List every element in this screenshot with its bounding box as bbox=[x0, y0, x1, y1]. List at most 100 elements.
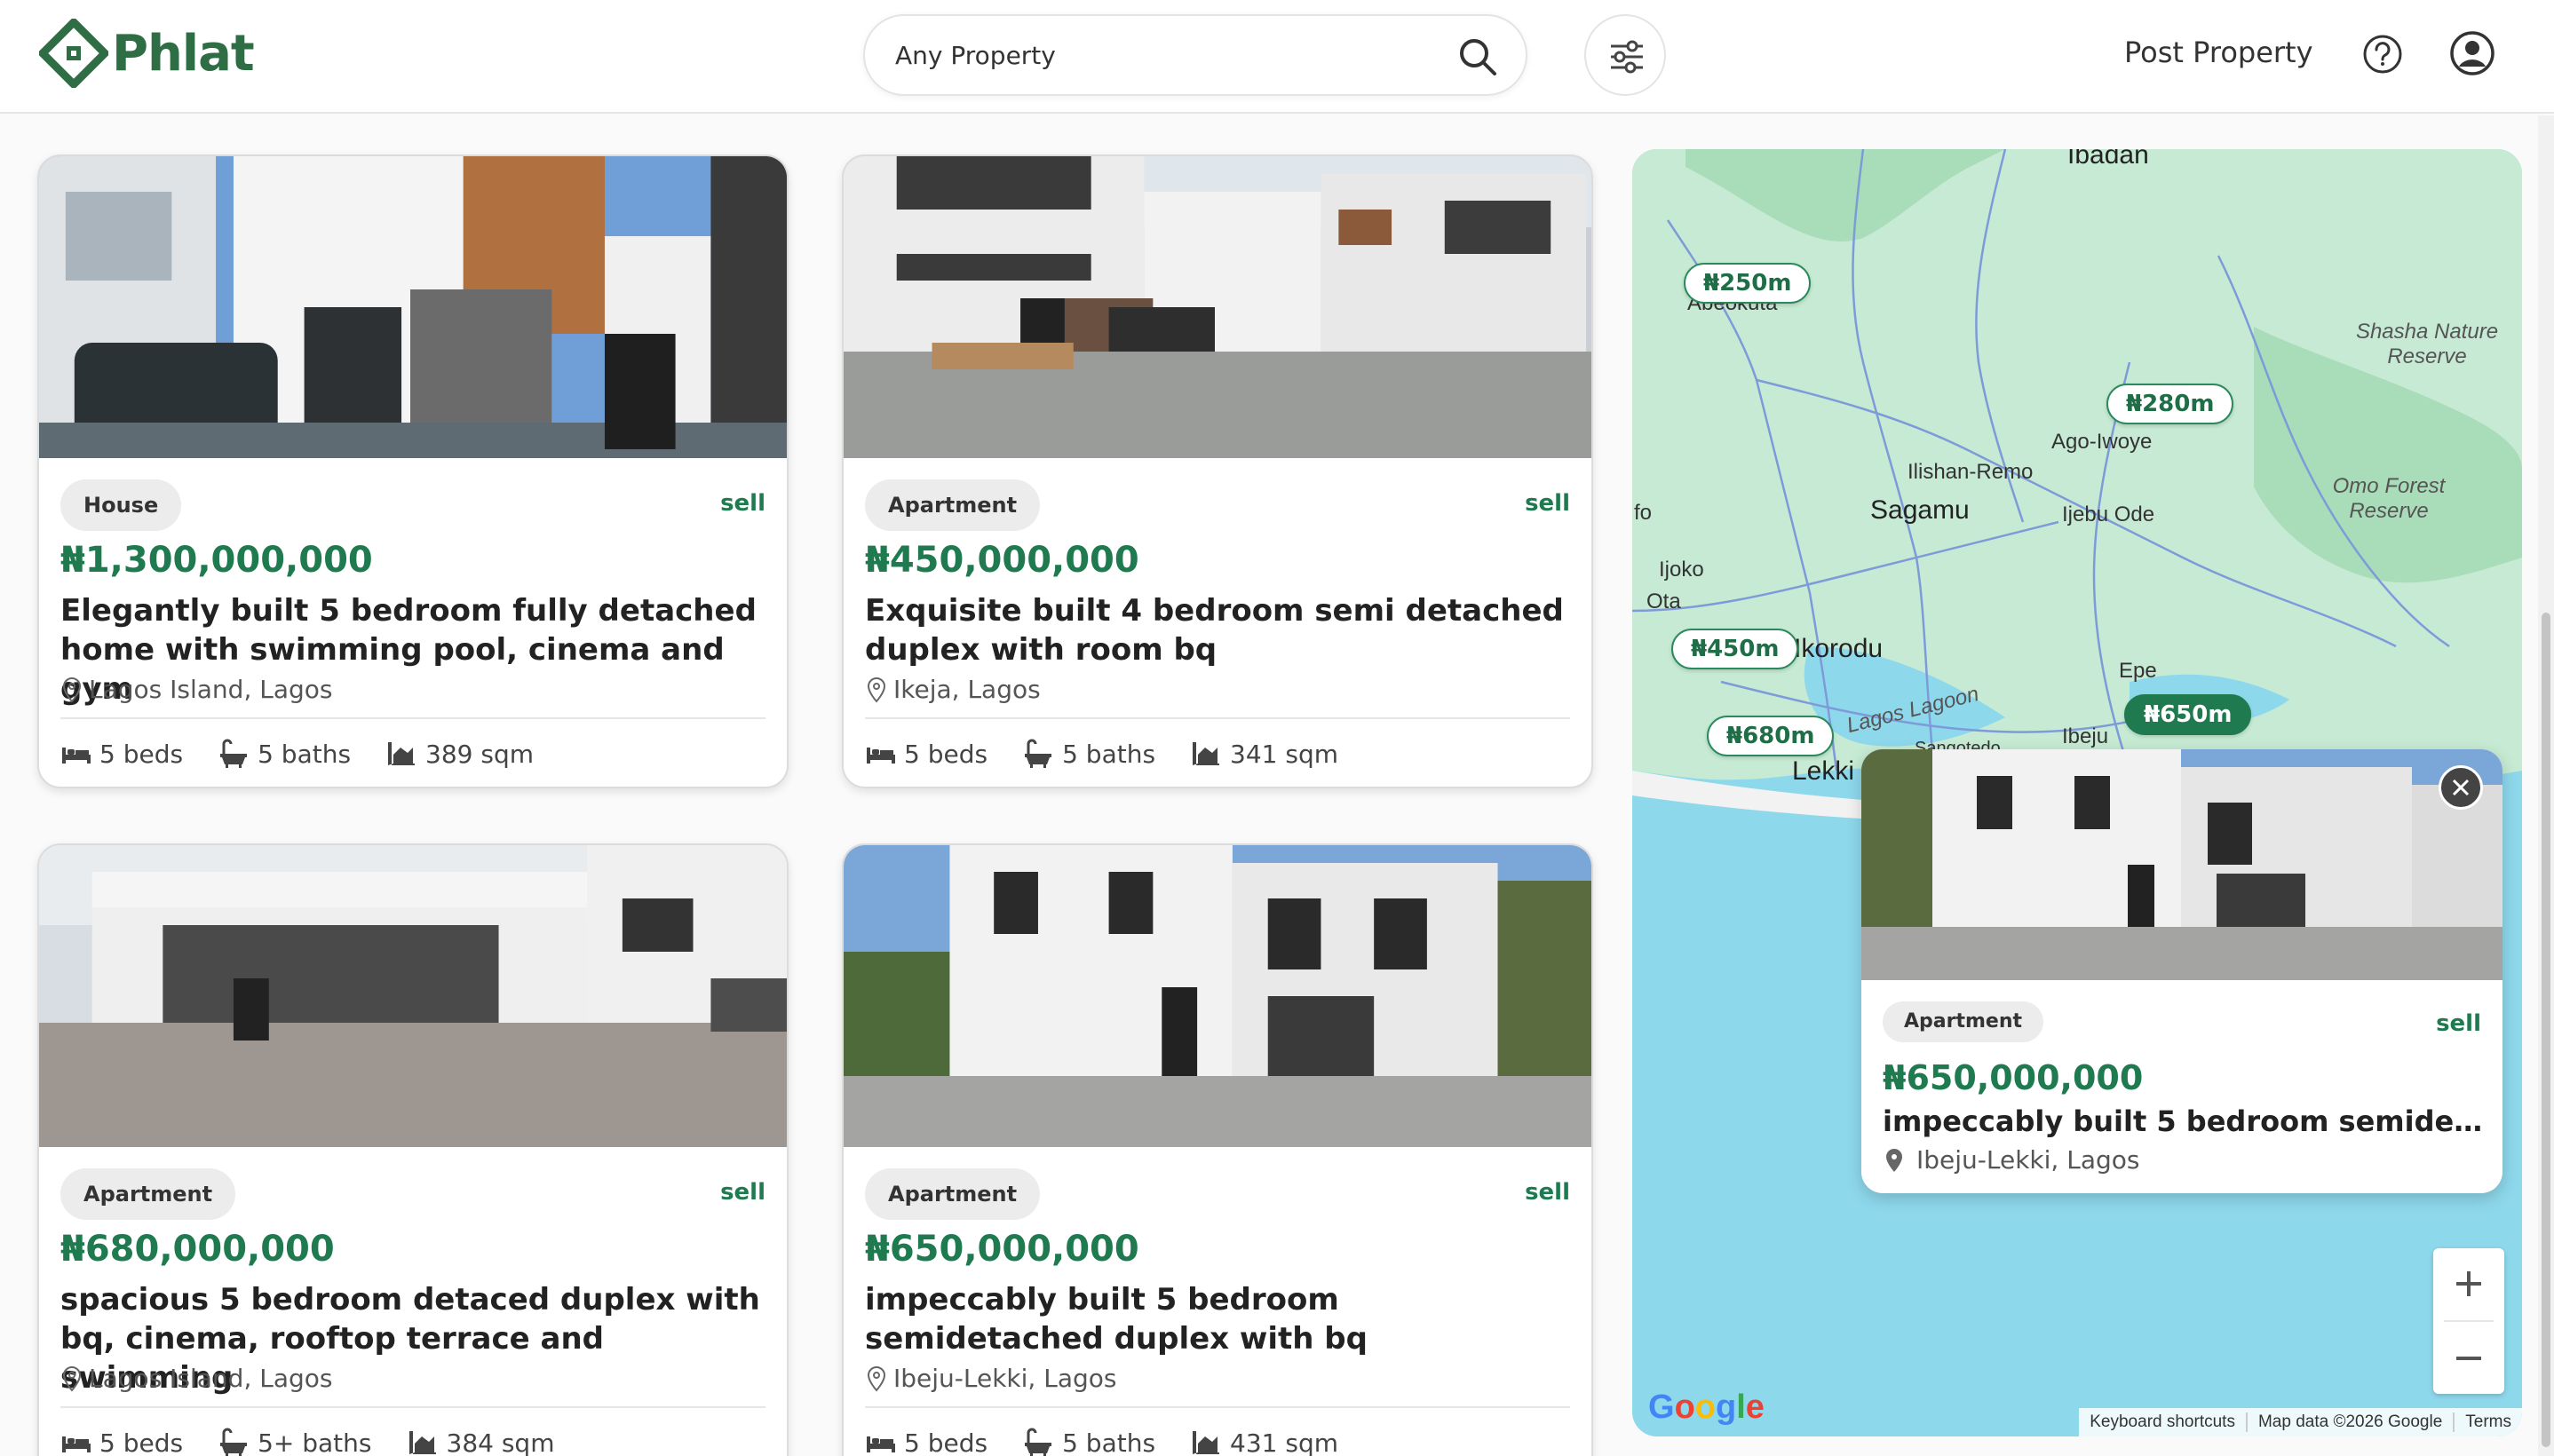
search-icon[interactable] bbox=[1456, 36, 1499, 78]
bed-icon bbox=[62, 748, 91, 764]
location-text: Lagos Island, Lagos bbox=[89, 1364, 333, 1393]
listing-photo[interactable] bbox=[844, 156, 1591, 458]
location-pin-icon bbox=[62, 1365, 82, 1391]
listing-photo[interactable] bbox=[39, 156, 787, 458]
bath-icon bbox=[220, 1428, 248, 1456]
listing-card[interactable]: House sell ₦1,300,000,000 Elegantly buil… bbox=[37, 154, 789, 788]
bath-icon bbox=[220, 739, 248, 768]
area-size: 384 sqm bbox=[446, 1428, 555, 1456]
card-divider bbox=[865, 1406, 1570, 1408]
post-property-link[interactable]: Post Property bbox=[2124, 36, 2313, 69]
search-bar[interactable]: Any Property bbox=[863, 14, 1527, 96]
listing-title[interactable]: Exquisite built 4 bedroom semi detached … bbox=[865, 591, 1575, 669]
area-size: 389 sqm bbox=[425, 739, 535, 769]
area-size: 431 sqm bbox=[1230, 1428, 1339, 1456]
card-divider bbox=[60, 1406, 765, 1408]
beds-count: 5 beds bbox=[904, 1428, 988, 1456]
card-divider bbox=[60, 717, 765, 719]
terms-link[interactable]: Terms bbox=[2453, 1412, 2522, 1432]
listing-photo[interactable] bbox=[39, 845, 787, 1147]
baths-count: 5 baths bbox=[258, 739, 352, 769]
beds-count: 5 beds bbox=[99, 739, 184, 769]
map-label-ibadan: Ibadan bbox=[2067, 149, 2149, 170]
price-pin[interactable]: ₦450m bbox=[1671, 629, 1799, 669]
listing-stats: 5 beds 5+ baths 384 sqm bbox=[60, 1428, 590, 1456]
keyboard-shortcuts-link[interactable]: Keyboard shortcuts bbox=[2079, 1412, 2246, 1432]
location-text: Ikeja, Lagos bbox=[893, 675, 1041, 704]
zoom-controls bbox=[2433, 1248, 2504, 1394]
location-pin-icon bbox=[1886, 1148, 1902, 1172]
price-pin[interactable]: ₦250m bbox=[1684, 263, 1812, 304]
bath-icon bbox=[1025, 1428, 1052, 1456]
listing-stats: 5 beds 5 baths 431 sqm bbox=[865, 1428, 1374, 1456]
popup-price: ₦650,000,000 bbox=[1883, 1058, 2144, 1097]
map-listing-popup[interactable]: Apartment sell ₦650,000,000 impeccably b… bbox=[1861, 749, 2502, 1193]
listing-stats: 5 beds 5 baths 341 sqm bbox=[865, 739, 1374, 769]
location-pin-icon bbox=[867, 1365, 886, 1391]
bed-icon bbox=[62, 1436, 91, 1452]
deal-type-label: sell bbox=[1525, 1179, 1570, 1206]
listing-card[interactable]: Apartment sell ₦450,000,000 Exquisite bu… bbox=[842, 154, 1593, 788]
listing-card[interactable]: Apartment sell ₦680,000,000 spacious 5 b… bbox=[37, 843, 789, 1456]
bath-icon bbox=[1025, 739, 1052, 768]
beds-count: 5 beds bbox=[99, 1428, 184, 1456]
map-label-ota: Ota bbox=[1646, 590, 1681, 613]
listing-price: ₦450,000,000 bbox=[865, 540, 1139, 581]
map-attribution: Keyboard shortcuts Map data ©2026 Google… bbox=[2079, 1408, 2522, 1436]
location-pin-icon bbox=[62, 677, 82, 702]
listing-price: ₦680,000,000 bbox=[60, 1229, 335, 1270]
popup-location: Ibeju-Lekki, Lagos bbox=[1883, 1145, 2139, 1175]
plus-icon bbox=[2456, 1271, 2481, 1296]
area-icon bbox=[1193, 1431, 1220, 1454]
price-pin[interactable]: ₦280m bbox=[2106, 384, 2234, 424]
bed-icon bbox=[867, 1436, 895, 1452]
popup-title[interactable]: impeccably built 5 bedroom semidetache..… bbox=[1883, 1104, 2487, 1138]
bed-icon bbox=[867, 748, 895, 764]
listing-photo[interactable] bbox=[844, 845, 1591, 1147]
zoom-in-button[interactable] bbox=[2433, 1248, 2504, 1319]
area-icon bbox=[1193, 742, 1220, 765]
location-text: Lagos Island, Lagos bbox=[89, 675, 333, 704]
map-label-ibeju: Ibeju bbox=[2062, 724, 2109, 748]
phlat-logo-icon bbox=[39, 19, 108, 88]
search-input[interactable]: Any Property bbox=[895, 41, 1056, 70]
location-text: Ibeju-Lekki, Lagos bbox=[893, 1364, 1117, 1393]
brand-logo[interactable]: Phlat bbox=[39, 18, 255, 89]
map-label-ijebu-ode: Ijebu Ode bbox=[2062, 502, 2155, 526]
deal-type-label: sell bbox=[720, 490, 765, 517]
price-pin-selected[interactable]: ₦650m bbox=[2124, 694, 2252, 735]
map-label-lekki: Lekki bbox=[1792, 756, 1855, 786]
map-label-ikorodu: Ikorodu bbox=[1794, 634, 1884, 663]
close-icon bbox=[2452, 779, 2470, 796]
map-label-ilishan: Ilishan-Remo bbox=[1908, 460, 2034, 484]
listing-location: Lagos Island, Lagos bbox=[60, 1364, 333, 1393]
popup-photo[interactable] bbox=[1861, 749, 2502, 980]
deal-type-label: sell bbox=[720, 1179, 765, 1206]
baths-count: 5+ baths bbox=[258, 1428, 372, 1456]
map-label-fo: fo bbox=[1634, 501, 1653, 525]
listing-price: ₦650,000,000 bbox=[865, 1229, 1139, 1270]
property-type-badge: Apartment bbox=[865, 1168, 1041, 1220]
google-logo: Google bbox=[1648, 1389, 1765, 1426]
property-type-badge: Apartment bbox=[60, 1168, 236, 1220]
close-popup-button[interactable] bbox=[2439, 765, 2483, 810]
price-pin[interactable]: ₦680m bbox=[1707, 716, 1835, 756]
scrollbar-thumb[interactable] bbox=[2542, 613, 2550, 1447]
listing-stats: 5 beds 5 baths 389 sqm bbox=[60, 739, 569, 769]
filter-button[interactable] bbox=[1584, 14, 1666, 96]
listing-card[interactable]: Apartment sell ₦650,000,000 impeccably b… bbox=[842, 843, 1593, 1456]
area-size: 341 sqm bbox=[1230, 739, 1339, 769]
help-icon[interactable] bbox=[2362, 34, 2403, 75]
map-label-epe: Epe bbox=[2119, 659, 2157, 683]
map-label-sagamu: Sagamu bbox=[1870, 495, 1970, 525]
baths-count: 5 baths bbox=[1062, 739, 1156, 769]
listing-location: Ikeja, Lagos bbox=[865, 675, 1041, 704]
property-type-badge: House bbox=[60, 479, 182, 531]
map-label-ago-iwoye: Ago-Iwoye bbox=[2051, 430, 2153, 454]
top-navbar: Phlat Any Property Post Property bbox=[0, 0, 2554, 114]
listing-location: Ibeju-Lekki, Lagos bbox=[865, 1364, 1116, 1393]
user-account-icon[interactable] bbox=[2449, 30, 2495, 76]
zoom-out-button[interactable] bbox=[2433, 1323, 2504, 1394]
listing-title[interactable]: impeccably built 5 bedroom semidetached … bbox=[865, 1280, 1575, 1358]
map-view[interactable]: Ibadan Abeokuta Shasha Nature Reserve Ag… bbox=[1632, 149, 2522, 1436]
